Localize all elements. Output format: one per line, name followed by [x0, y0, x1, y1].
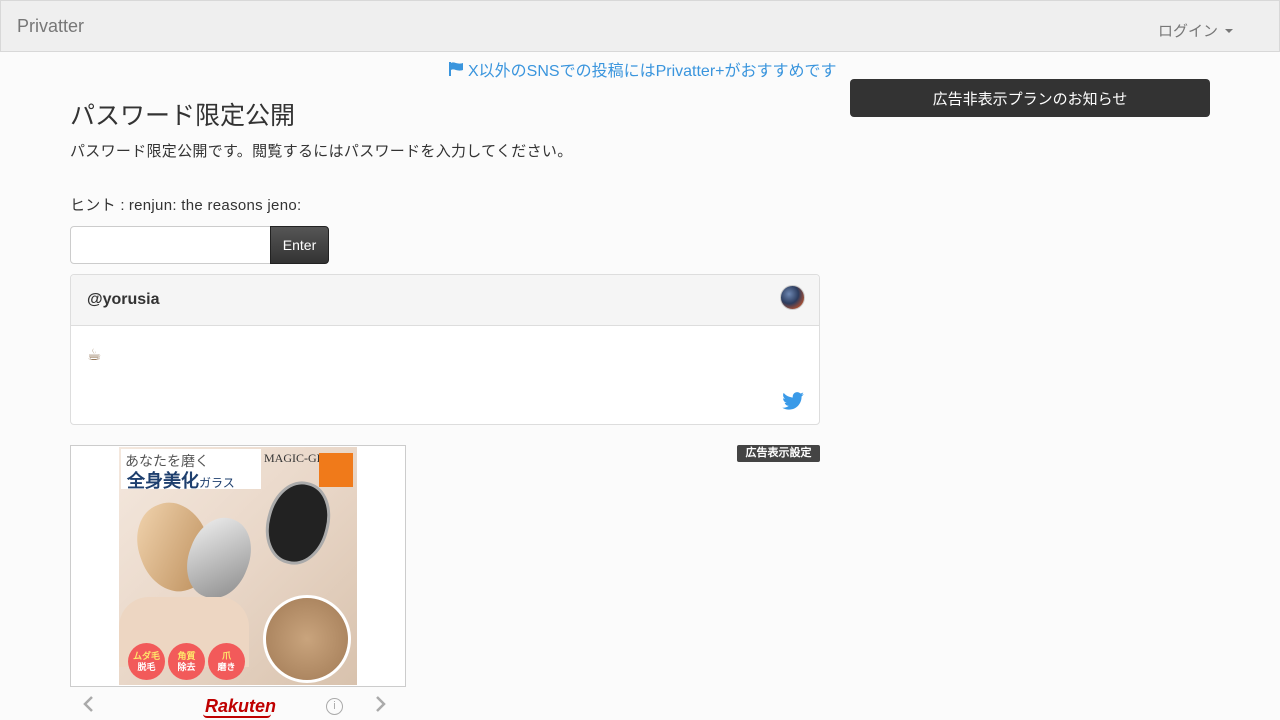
post-body: ☕	[87, 347, 102, 364]
rakuten-ad[interactable]: あなたを磨く 全身美化ガラス MAGIC-GLASS ムダ毛 脱毛 角質 除去 爪磨…	[70, 445, 406, 687]
chevron-right-icon[interactable]	[374, 695, 388, 713]
ad-headline-2-small: ガラス	[199, 476, 235, 490]
info-icon[interactable]: i	[326, 698, 343, 715]
ad-headline-box: あなたを磨く 全身美化ガラス	[121, 449, 261, 491]
login-dropdown[interactable]: ログイン	[1158, 20, 1234, 41]
ad-headline-2: 全身美化ガラス	[127, 467, 235, 493]
hint-label: ヒント :	[70, 197, 125, 214]
ad-footer: Rakuten i	[70, 687, 406, 720]
post-header: @yorusia	[71, 275, 819, 326]
ad-stone-dark	[257, 474, 339, 572]
post-author[interactable]: @yorusia	[87, 291, 160, 309]
ad-headline-2-main: 全身美化	[127, 471, 199, 491]
ad-badge: ムダ毛 脱毛	[128, 643, 165, 680]
ad-brand-logo	[319, 453, 353, 487]
ad-settings-button[interactable]: 広告表示設定	[737, 445, 820, 462]
login-label: ログイン	[1158, 23, 1219, 40]
ad-product-image[interactable]: あなたを磨く 全身美化ガラス MAGIC-GLASS ムダ毛 脱毛 角質 除去 爪磨…	[119, 447, 357, 685]
chevron-left-icon[interactable]	[81, 695, 95, 713]
ad-badge: 角質 除去	[168, 643, 205, 680]
ad-zoom-circle	[263, 595, 351, 683]
password-input[interactable]	[70, 226, 271, 264]
twitter-bird-icon[interactable]	[782, 392, 804, 410]
rakuten-logo-swoosh	[203, 714, 271, 718]
flag-icon	[449, 62, 463, 76]
password-hint: ヒント : renjun: the reasons jeno:	[70, 194, 305, 215]
hint-text: renjun: the reasons jeno:	[128, 197, 302, 214]
post-panel: @yorusia ☕	[70, 274, 820, 425]
promo-link[interactable]: X以外のSNSでの投稿にはPrivatter+がおすすめです	[448, 57, 837, 81]
ad-free-plan-button[interactable]: 広告非表示プランのお知らせ	[850, 79, 1210, 117]
avatar[interactable]	[780, 285, 805, 310]
ad-badge: 爪磨き	[208, 643, 245, 680]
caret-down-icon	[1225, 28, 1234, 33]
page-description: パスワード限定公開です。閲覧するにはパスワードを入力してください。	[70, 143, 573, 160]
promo-text: X以外のSNSでの投稿にはPrivatter+がおすすめです	[468, 63, 837, 80]
navbar: Privatter ログイン	[0, 0, 1280, 52]
enter-button[interactable]: Enter	[270, 226, 329, 264]
brand-link[interactable]: Privatter	[17, 16, 84, 37]
page-title: パスワード限定公開	[70, 102, 296, 130]
